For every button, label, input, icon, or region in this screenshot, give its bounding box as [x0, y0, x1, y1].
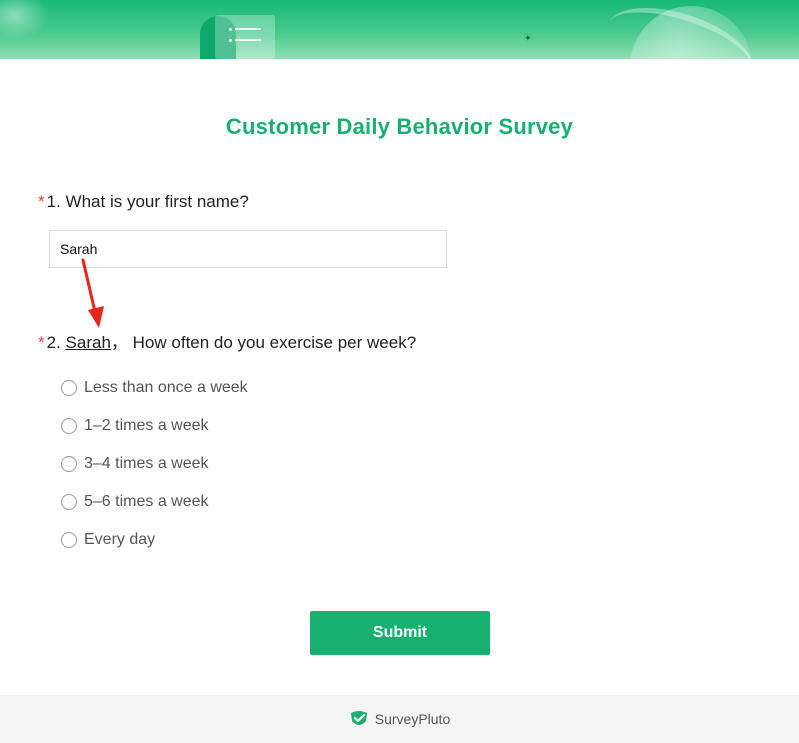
option-label: Every day — [84, 531, 156, 548]
submit-button[interactable]: Submit — [310, 611, 490, 655]
option-label: 1–2 times a week — [84, 417, 209, 434]
question-1-text: What is your first name? — [65, 192, 249, 211]
option-3-4-times[interactable]: 3–4 times a week — [61, 445, 248, 483]
option-every-day[interactable]: Every day — [61, 521, 248, 559]
banner-glow — [0, 0, 50, 40]
radio-button[interactable] — [61, 456, 77, 472]
question-1-title: * 1. What is your first name? — [38, 192, 249, 212]
option-label: Less than once a week — [84, 379, 248, 396]
first-name-input[interactable] — [49, 230, 447, 268]
option-1-2-times[interactable]: 1–2 times a week — [61, 407, 248, 445]
radio-button[interactable] — [61, 494, 77, 510]
required-asterisk: * — [38, 333, 45, 352]
question-2-separator: ， — [110, 333, 128, 352]
exercise-frequency-options: Less than once a week 1–2 times a week 3… — [61, 369, 248, 559]
question-2-text: How often do you exercise per week? — [132, 333, 417, 352]
checkmark-shield-icon — [350, 711, 367, 725]
radio-button[interactable] — [61, 532, 77, 548]
radio-button[interactable] — [61, 418, 77, 434]
required-asterisk: * — [38, 192, 45, 211]
question-2-title: * 2. Sarah， How often do you exercise per… — [38, 328, 416, 353]
survey-title: Customer Daily Behavior Survey — [225, 114, 574, 139]
brand-name: SurveyPluto — [374, 711, 451, 727]
piped-first-name: Sarah — [65, 333, 111, 352]
sparkle-icon: ✦ — [524, 33, 532, 43]
survey-clipboard-icon — [215, 15, 275, 59]
radio-button[interactable] — [61, 380, 77, 396]
option-label: 3–4 times a week — [84, 455, 209, 472]
red-arrow-annotation — [81, 258, 104, 328]
option-5-6-times[interactable]: 5–6 times a week — [61, 483, 248, 521]
option-label: 5–6 times a week — [84, 493, 209, 510]
footer: SurveyPluto — [0, 695, 799, 743]
option-less-than-once[interactable]: Less than once a week — [61, 369, 248, 407]
header-banner: ✦ — [0, 0, 799, 59]
question-2-number: 2. — [46, 333, 61, 352]
survey-page: ✦ Customer Daily Behavior Survey * 1. Wha… — [0, 0, 799, 743]
question-1-number: 1. — [46, 192, 61, 211]
